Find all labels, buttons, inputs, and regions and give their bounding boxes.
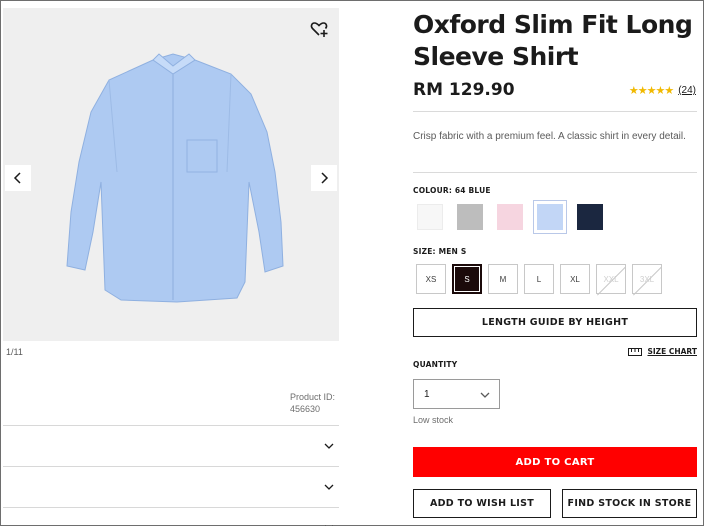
product-title-line1: Oxford Slim Fit Long (413, 10, 693, 39)
previous-image-button[interactable] (5, 165, 31, 191)
colour-swatches (413, 200, 607, 234)
add-to-wish-list-button[interactable]: ADD TO WISH LIST (413, 489, 551, 518)
product-id: Product ID: 456630 (290, 391, 335, 415)
size-option-m[interactable]: M (488, 264, 518, 294)
chevron-down-icon (324, 443, 334, 449)
product-rating[interactable]: ★★★★★ (24) (629, 84, 696, 97)
find-stock-button[interactable]: FIND STOCK IN STORE (562, 489, 697, 518)
quantity-label: QUANTITY (413, 360, 458, 369)
colour-swatch-white[interactable] (413, 200, 447, 234)
divider (413, 172, 697, 173)
product-image-gallery (3, 8, 339, 341)
chevron-down-icon (480, 392, 490, 398)
size-chart-label: SIZE CHART (647, 347, 697, 356)
colour-swatch-blue[interactable] (533, 200, 567, 234)
colour-swatch-gray[interactable] (453, 200, 487, 234)
ruler-icon (628, 347, 643, 356)
rating-count-link[interactable]: (24) (678, 85, 696, 96)
wishlist-heart-icon[interactable] (309, 19, 329, 39)
accordion-row[interactable] (3, 466, 339, 507)
size-options: XS S M L XL XXL 3XL (416, 264, 662, 294)
colour-swatch-fill (457, 204, 483, 230)
accordion-row[interactable] (3, 507, 339, 526)
add-to-cart-button[interactable]: ADD TO CART (413, 447, 697, 477)
quantity-value: 1 (424, 388, 430, 400)
product-price: RM 129.90 (413, 80, 515, 100)
size-option-xxl: XXL (596, 264, 626, 294)
chevron-down-icon (324, 484, 334, 490)
size-option-xs[interactable]: XS (416, 264, 446, 294)
divider (413, 111, 697, 112)
colour-swatch-fill (577, 204, 603, 230)
chevron-down-icon (325, 525, 333, 526)
colour-label: COLOUR: 64 BLUE (413, 186, 491, 195)
size-label: SIZE: MEN S (413, 247, 467, 256)
rating-stars: ★★★★★ (628, 85, 674, 97)
accordion-row[interactable] (3, 425, 339, 466)
product-title: Oxford Slim Fit Long Sleeve Shirt (413, 9, 698, 73)
product-image (66, 53, 284, 303)
quantity-select[interactable]: 1 (413, 379, 500, 409)
colour-swatch-navy[interactable] (573, 200, 607, 234)
chevron-left-icon (13, 172, 21, 184)
product-id-value: 456630 (290, 404, 321, 414)
size-chart-link[interactable]: SIZE CHART (628, 347, 697, 356)
image-counter: 1/11 (6, 347, 23, 357)
size-option-l[interactable]: L (524, 264, 554, 294)
colour-swatch-pink[interactable] (493, 200, 527, 234)
product-description: Crisp fabric with a premium feel. A clas… (413, 131, 686, 142)
colour-swatch-fill (497, 204, 523, 230)
colour-swatch-fill (417, 204, 443, 230)
product-title-line2: Sleeve Shirt (413, 42, 579, 71)
length-guide-button[interactable]: LENGTH GUIDE BY HEIGHT (413, 308, 697, 337)
size-option-xl[interactable]: XL (560, 264, 590, 294)
size-option-3xl: 3XL (632, 264, 662, 294)
product-id-label: Product ID: (290, 392, 336, 402)
colour-swatch-fill (537, 204, 563, 230)
stock-status: Low stock (413, 415, 454, 425)
chevron-right-icon (321, 172, 329, 184)
next-image-button[interactable] (311, 165, 337, 191)
size-option-s[interactable]: S (452, 264, 482, 294)
